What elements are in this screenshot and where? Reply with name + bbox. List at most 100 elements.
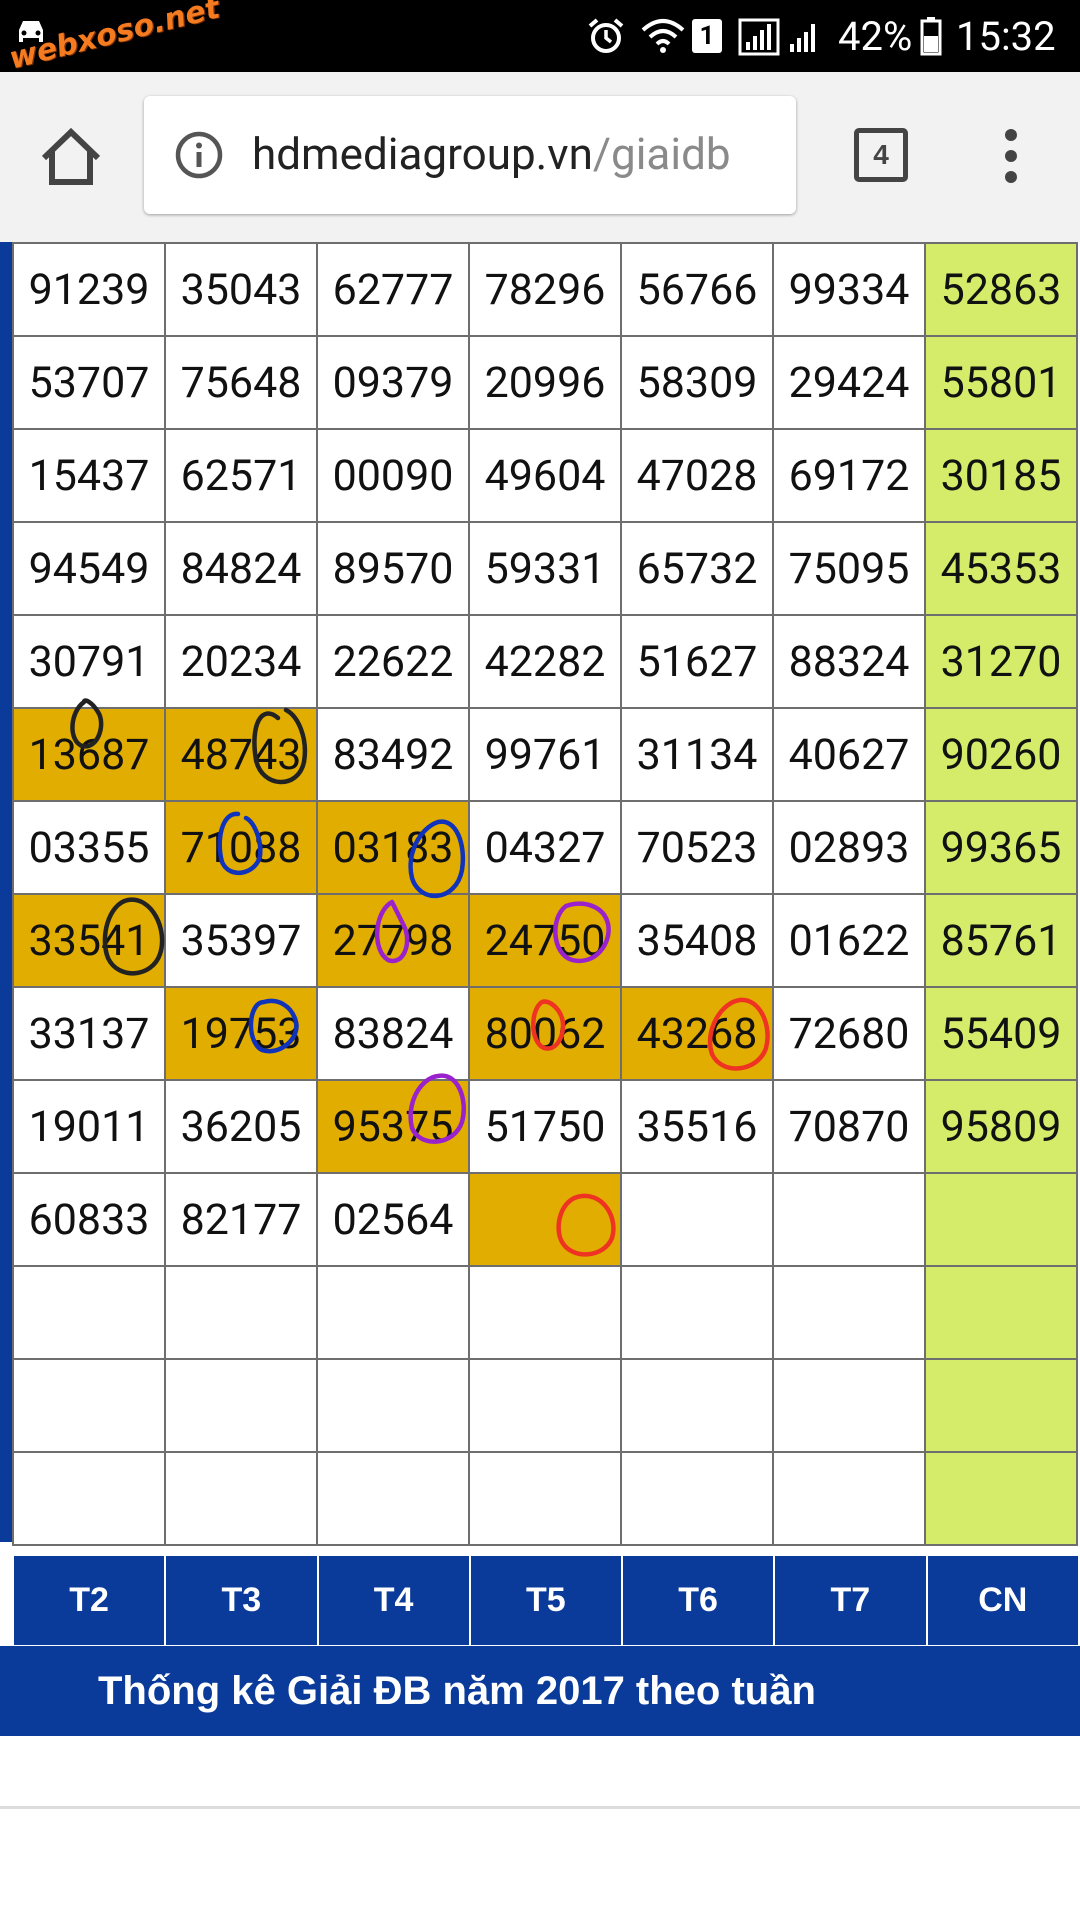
table-cell: 40627 bbox=[772, 707, 926, 802]
table-cell: 75648 bbox=[164, 335, 318, 430]
table-cell: 88324 bbox=[772, 614, 926, 709]
table-cell: 52863 bbox=[924, 242, 1078, 337]
table-cell: 85761 bbox=[924, 893, 1078, 988]
table-row: 33137 19753 83824 80062 43268 72680 55409 bbox=[12, 986, 1078, 1081]
table-cell: 56766 bbox=[620, 242, 774, 337]
table-cell bbox=[620, 1172, 774, 1267]
table-cell bbox=[924, 1265, 1078, 1360]
table-cell bbox=[316, 1451, 470, 1546]
table-cell: 33541 bbox=[12, 893, 166, 988]
table-cell: 83824 bbox=[316, 986, 470, 1081]
table-cell: 03183 bbox=[316, 800, 470, 895]
table-cell bbox=[772, 1451, 926, 1546]
table-cell: 60833 bbox=[12, 1172, 166, 1267]
table-row bbox=[12, 1451, 1078, 1546]
battery-icon bbox=[920, 0, 942, 72]
table-cell: 59331 bbox=[468, 521, 622, 616]
table-cell: 65732 bbox=[620, 521, 774, 616]
sim-badge: 1 bbox=[692, 19, 722, 53]
table-cell bbox=[468, 1451, 622, 1546]
table-cell: 83492 bbox=[316, 707, 470, 802]
table-cell: 72680 bbox=[772, 986, 926, 1081]
table-cell: 13687 bbox=[12, 707, 166, 802]
table-cell: 01622 bbox=[772, 893, 926, 988]
table-row bbox=[12, 1265, 1078, 1360]
table-cell bbox=[620, 1265, 774, 1360]
table-cell bbox=[468, 1358, 622, 1453]
table-cell bbox=[164, 1451, 318, 1546]
table-cell: 62777 bbox=[316, 242, 470, 337]
table-row: 19011 36205 95375 51750 35516 70870 95809 bbox=[12, 1079, 1078, 1174]
table-cell: 43268 bbox=[620, 986, 774, 1081]
day-header-cell: T2 bbox=[11, 1554, 167, 1647]
day-header-cell: T3 bbox=[164, 1554, 319, 1647]
table-cell: 78296 bbox=[468, 242, 622, 337]
home-button[interactable] bbox=[38, 124, 104, 190]
table-cell: 70870 bbox=[772, 1079, 926, 1174]
table-cell: 35408 bbox=[620, 893, 774, 988]
table-cell: 71088 bbox=[164, 800, 318, 895]
table-cell: 99365 bbox=[924, 800, 1078, 895]
battery-percent: 42% bbox=[838, 12, 913, 60]
table-cell: 31134 bbox=[620, 707, 774, 802]
table-cell: 82177 bbox=[164, 1172, 318, 1267]
table-cell: 70523 bbox=[620, 800, 774, 895]
table-cell: 03355 bbox=[12, 800, 166, 895]
table-row: 15437 62571 00090 49604 47028 69172 30185 bbox=[12, 428, 1078, 523]
table-cell: 15437 bbox=[12, 428, 166, 523]
day-header-cell: T6 bbox=[620, 1554, 776, 1647]
table-cell: 51750 bbox=[468, 1079, 622, 1174]
table-cell bbox=[924, 1172, 1078, 1267]
table-cell: 58309 bbox=[620, 335, 774, 430]
table-cell: 42282 bbox=[468, 614, 622, 709]
table-cell: 20234 bbox=[164, 614, 318, 709]
table-cell: 75095 bbox=[772, 521, 926, 616]
table-cell bbox=[12, 1451, 166, 1546]
table-cell bbox=[316, 1265, 470, 1360]
table-cell bbox=[164, 1265, 318, 1360]
sim-icon: 1 bbox=[692, 0, 722, 72]
table-cell bbox=[468, 1265, 622, 1360]
table-row: 91239 35043 62777 78296 56766 99334 52863 bbox=[12, 242, 1078, 337]
url-host: hdmediagroup.vn bbox=[252, 128, 593, 180]
table-cell bbox=[772, 1172, 926, 1267]
table-cell: 19753 bbox=[164, 986, 318, 1081]
table-row: 03355 71088 03183 04327 70523 02893 99365 bbox=[12, 800, 1078, 895]
table-cell: 99761 bbox=[468, 707, 622, 802]
table-cell: 02893 bbox=[772, 800, 926, 895]
more-vert-icon bbox=[1005, 129, 1017, 183]
table-cell: 20996 bbox=[468, 335, 622, 430]
signal-icon bbox=[738, 0, 828, 72]
table-cell bbox=[924, 1358, 1078, 1453]
table-cell bbox=[924, 1451, 1078, 1546]
table-cell: 30791 bbox=[12, 614, 166, 709]
table-cell bbox=[620, 1451, 774, 1546]
table-cell: 24750 bbox=[468, 893, 622, 988]
table-row bbox=[12, 1358, 1078, 1453]
table-cell: 30185 bbox=[924, 428, 1078, 523]
day-header-cell: T7 bbox=[773, 1554, 928, 1647]
table-cell: 53707 bbox=[12, 335, 166, 430]
info-icon[interactable] bbox=[174, 130, 224, 180]
table-row: 53707 75648 09379 20996 58309 29424 55801 bbox=[12, 335, 1078, 430]
url-bar[interactable]: hdmediagroup.vn/giaidb bbox=[144, 96, 796, 214]
table-cell: 33137 bbox=[12, 986, 166, 1081]
divider bbox=[0, 1806, 1080, 1809]
table-cell: 47028 bbox=[620, 428, 774, 523]
table-row: 33541 35397 27798 24750 35408 01622 85761 bbox=[12, 893, 1078, 988]
table-cell bbox=[772, 1358, 926, 1453]
table-cell: 31270 bbox=[924, 614, 1078, 709]
table-cell: 35043 bbox=[164, 242, 318, 337]
table-cell: 80062 bbox=[468, 986, 622, 1081]
table-row: 60833 82177 02564 bbox=[12, 1172, 1078, 1267]
tab-switcher-button[interactable]: 4 bbox=[854, 128, 908, 182]
menu-button[interactable] bbox=[996, 126, 1026, 186]
day-header-cell: T4 bbox=[316, 1554, 471, 1647]
table-caption: Thống kê Giải ĐB năm 2017 theo tuần bbox=[0, 1646, 1080, 1736]
table-cell: 09379 bbox=[316, 335, 470, 430]
table-cell bbox=[12, 1358, 166, 1453]
day-header-cell: T5 bbox=[468, 1554, 624, 1647]
table-cell: 02564 bbox=[316, 1172, 470, 1267]
table-cell: 62571 bbox=[164, 428, 318, 523]
alarm-icon bbox=[586, 0, 626, 72]
